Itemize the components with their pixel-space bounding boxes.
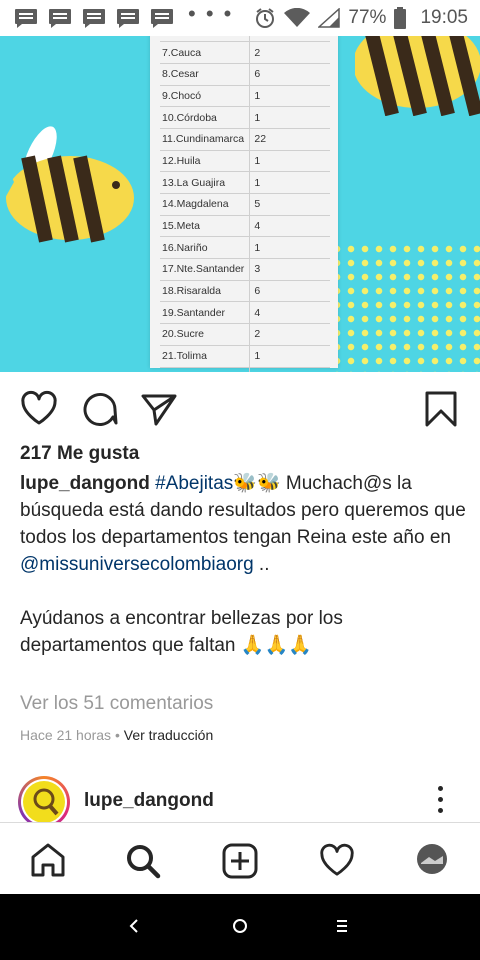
department-count: 6: [249, 280, 330, 303]
table-row: 11.Cundinamarca 22: [160, 128, 330, 151]
message-notification-icon: [48, 8, 72, 28]
table-row: 20.Sucre 2: [160, 323, 330, 346]
department-name: 17.Nte.Santander: [160, 258, 250, 281]
table-row: 18.Risaralda 6: [160, 280, 330, 303]
table-row: 9.Chocó 1: [160, 85, 330, 108]
department-count: 4: [249, 215, 330, 238]
back-nav-icon[interactable]: [127, 914, 141, 943]
caption-suffix: ..: [253, 554, 270, 575]
see-translation-link[interactable]: Ver traducción: [124, 727, 214, 743]
system-nav-bar: [0, 894, 480, 960]
search-icon[interactable]: [125, 843, 161, 884]
message-notification-icon: [82, 8, 106, 28]
department-name: 11.Cundinamarca: [160, 128, 250, 151]
post-timestamp: Hace 21 horas: [20, 727, 112, 743]
alarm-icon: [254, 7, 276, 29]
mention-link[interactable]: @missuniversecolombiaorg: [20, 554, 254, 575]
add-post-icon[interactable]: [222, 843, 258, 884]
department-count: 2: [249, 41, 330, 64]
department-name: 10.Córdoba: [160, 106, 250, 129]
department-name: 7.Cauca: [160, 41, 250, 64]
department-name: 12.Huila: [160, 150, 250, 173]
post-caption: lupe_dangond #Abejitas🐝🐝 Muchach@s la bú…: [20, 470, 468, 659]
notification-icons: [14, 8, 174, 28]
department-count: 3: [249, 258, 330, 281]
table-row: 13.La Guajira 1: [160, 171, 330, 194]
recents-nav-icon[interactable]: [334, 914, 350, 943]
department-count: 1: [249, 85, 330, 108]
wifi-icon: [284, 8, 311, 28]
more-notifications-indicator: • • •: [188, 1, 234, 26]
post-meta: Hace 21 horas • Ver traducción: [20, 727, 213, 743]
next-post-username[interactable]: lupe_dangond: [84, 790, 214, 812]
message-notification-icon: [116, 8, 140, 28]
department-name: 8.Cesar: [160, 63, 250, 86]
bookmark-icon[interactable]: [424, 390, 458, 433]
signal-icon: [318, 8, 341, 28]
department-name: 21.Tolima: [160, 345, 250, 368]
department-count: 1: [249, 106, 330, 129]
department-name: 13.La Guajira: [160, 171, 250, 194]
battery-icon: [394, 7, 407, 29]
bee-illustration-left: [0, 126, 134, 243]
comment-icon[interactable]: [82, 390, 118, 431]
bee-illustration-right: [355, 36, 480, 116]
department-name: 16.Nariño: [160, 236, 250, 260]
department-count: 1: [249, 236, 330, 260]
bottom-tab-bar: [0, 822, 480, 894]
likes-count[interactable]: 217 Me gusta: [20, 443, 139, 465]
clock-time: 19:05: [420, 7, 468, 28]
view-comments-link[interactable]: Ver los 51 comentarios: [20, 693, 213, 715]
department-count: 1: [249, 171, 330, 194]
department-name: 18.Risaralda: [160, 280, 250, 303]
profile-avatar[interactable]: [416, 843, 448, 880]
bee-emoji: 🐝🐝: [233, 473, 281, 494]
department-name: 15.Meta: [160, 215, 250, 238]
share-icon[interactable]: [140, 390, 178, 431]
table-row: 19.Santander 4: [160, 301, 330, 325]
avatar: [23, 781, 65, 823]
message-notification-icon: [150, 8, 174, 28]
data-table-sheet: 6.Casanare17.Cauca28.Cesar69.Chocó110.Có…: [150, 36, 338, 372]
story-ring[interactable]: [18, 776, 70, 828]
departments-table: 6.Casanare17.Cauca28.Cesar69.Chocó110.Có…: [160, 36, 330, 372]
department-count: 5: [249, 193, 330, 216]
message-notification-icon: [14, 8, 38, 28]
department-name: 14.Magdalena: [160, 193, 250, 216]
table-row: 15.Meta 4: [160, 215, 330, 238]
table-row: 12.Huila 1: [160, 150, 330, 173]
department-count: 6: [249, 63, 330, 86]
post-actions: [0, 372, 480, 444]
caption-username[interactable]: lupe_dangond: [20, 473, 150, 494]
activity-heart-icon[interactable]: [318, 843, 356, 882]
hashtag-link[interactable]: #Abejitas: [155, 473, 233, 494]
department-name: 20.Sucre: [160, 323, 250, 346]
department-count: 22: [249, 128, 330, 151]
department-count: 1: [249, 345, 330, 368]
department-count: 1: [249, 150, 330, 173]
department-name: 9.Chocó: [160, 85, 250, 108]
table-row: 10.Córdoba 1: [160, 106, 330, 129]
next-post-header: lupe_dangond: [0, 776, 480, 828]
home-icon[interactable]: [30, 843, 66, 882]
heart-icon[interactable]: [20, 390, 58, 431]
meta-separator: •: [111, 727, 124, 743]
praying-hands-emoji: 🙏🙏🙏: [240, 635, 312, 656]
more-options-icon[interactable]: [438, 786, 448, 819]
battery-percent: 77%: [348, 7, 387, 28]
department-count: 4: [249, 301, 330, 325]
table-row: 14.Magdalena 5: [160, 193, 330, 216]
table-row: 16.Nariño 1: [160, 236, 330, 260]
status-bar: • • • 77% 19:05: [0, 0, 480, 36]
department-name: 19.Santander: [160, 301, 250, 325]
table-row: 17.Nte.Santander 3: [160, 258, 330, 281]
home-nav-icon[interactable]: [230, 914, 250, 943]
dot-pattern: [330, 242, 480, 372]
table-row: 8.Cesar 6: [160, 63, 330, 86]
table-row: 7.Cauca 2: [160, 41, 330, 64]
department-count: 2: [249, 323, 330, 346]
table-row: 21.Tolima 1: [160, 345, 330, 368]
post-image[interactable]: 6.Casanare17.Cauca28.Cesar69.Chocó110.Có…: [0, 36, 480, 372]
